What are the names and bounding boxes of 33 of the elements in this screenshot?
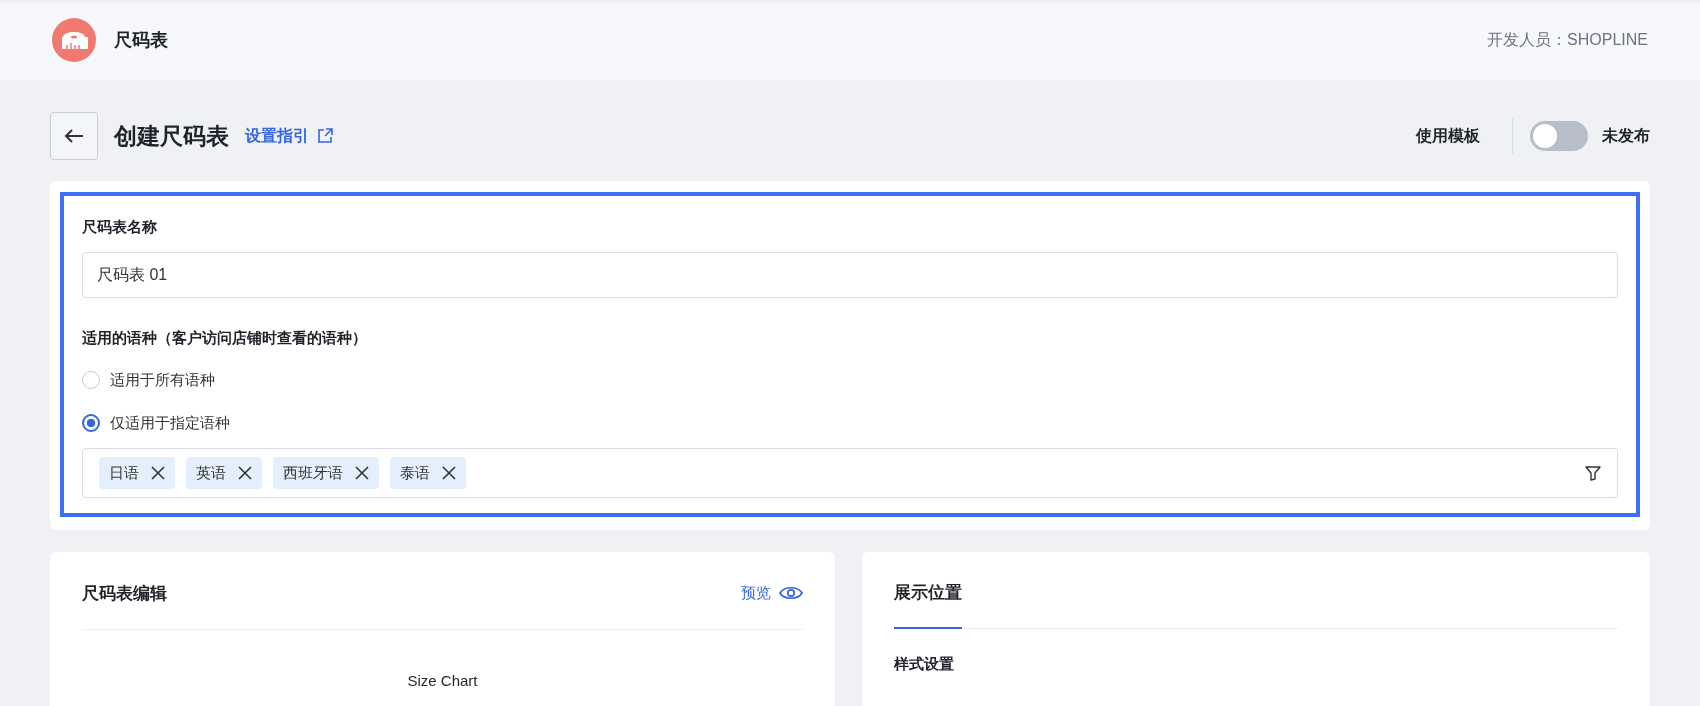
language-select-field[interactable]: 日语 英语 西班牙语 泰语 (82, 448, 1618, 498)
back-button[interactable] (50, 112, 98, 160)
filter-icon[interactable] (1585, 465, 1601, 481)
tag-label: 西班牙语 (283, 463, 343, 483)
remove-icon[interactable] (442, 466, 456, 480)
developer-label: 开发人员：SHOPLINE (1487, 29, 1648, 50)
preview-link[interactable]: 预览 (741, 583, 771, 603)
radio-label: 适用于所有语种 (110, 370, 215, 390)
remove-icon[interactable] (151, 466, 165, 480)
tab[interactable]: 展示位置 (894, 582, 962, 629)
remove-icon[interactable] (238, 466, 252, 480)
card-title: 尺码表编辑 (82, 582, 167, 605)
tag-label: 泰语 (400, 463, 430, 483)
field-label: 尺码表名称 (82, 217, 158, 237)
name-input-field[interactable]: 尺码表 01 (82, 252, 1618, 298)
field-label: 适用的语种（客户访问店铺时查看的语种） (82, 328, 368, 348)
publish-toggle[interactable] (1530, 121, 1588, 151)
eye-icon[interactable] (779, 585, 803, 601)
use-template-button[interactable]: 使用模板 (1416, 119, 1480, 153)
back-arrow-icon (64, 128, 84, 144)
page-title: 创建尺码表 (114, 121, 229, 151)
external-link-icon (317, 128, 333, 144)
tag-label: 日语 (109, 463, 139, 483)
section-title: 样式设置 (894, 655, 955, 674)
tag-label: 英语 (196, 463, 226, 483)
app-logo-icon (52, 18, 96, 62)
guide-link[interactable]: 设置指引 (245, 125, 309, 147)
radio-button[interactable] (82, 414, 100, 432)
publish-status: 未发布 (1602, 125, 1650, 146)
size-chart-title: Size Chart (406, 672, 479, 689)
radio-label: 仅适用于指定语种 (110, 413, 230, 433)
app-name: 尺码表 (114, 29, 168, 52)
remove-icon[interactable] (355, 466, 369, 480)
